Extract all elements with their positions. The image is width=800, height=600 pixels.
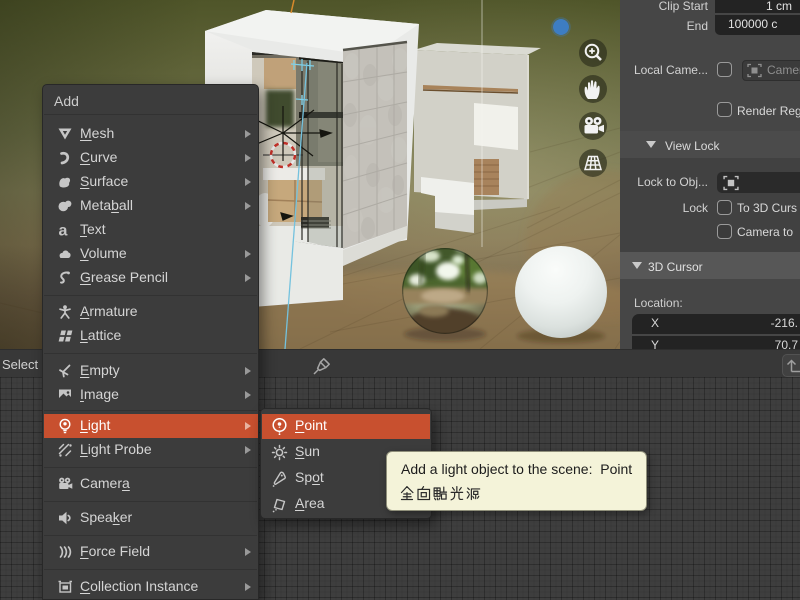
svg-text:a: a [59,223,68,239]
